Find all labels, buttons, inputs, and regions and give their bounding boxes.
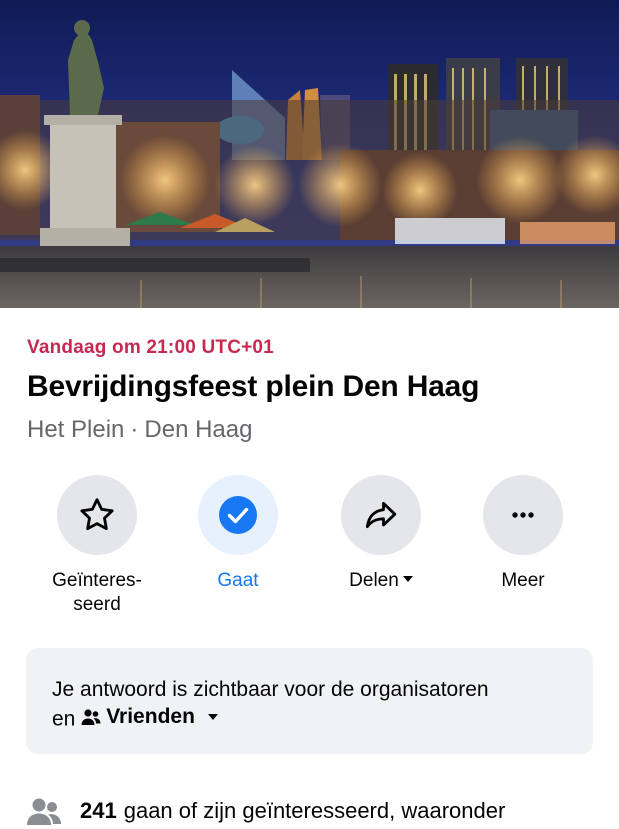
- interested-button[interactable]: Geïnteres- seerd: [27, 475, 167, 617]
- more-dots-icon: [512, 512, 534, 518]
- going-button[interactable]: Gaat: [168, 475, 308, 593]
- share-label[interactable]: Delen: [311, 569, 451, 593]
- share-label-text: Delen: [349, 570, 399, 591]
- interested-label-line1: Geïnteres-: [52, 570, 142, 591]
- audience-dropdown-icon: [207, 713, 218, 720]
- interested-button-circle[interactable]: [57, 475, 137, 555]
- share-arrow-icon: [365, 501, 397, 529]
- event-city[interactable]: Den Haag: [144, 416, 252, 443]
- more-label[interactable]: Meer: [453, 569, 593, 593]
- notice-prefix: en: [52, 707, 76, 731]
- attendance-count: 241: [80, 798, 117, 823]
- notice-text-line1: Je antwoord is zichtbaar voor de organis…: [52, 678, 489, 701]
- event-location[interactable]: Het Plein · Den Haag: [27, 416, 252, 444]
- notice-text-line2: en Vrienden: [52, 703, 567, 733]
- attendance-text: gaan of zijn geïnteresseerd, waaronder: [123, 798, 506, 823]
- share-dropdown-icon: [402, 575, 413, 582]
- attendance-summary[interactable]: 241 gaan of zijn geïnteresseerd, waarond…: [27, 797, 505, 825]
- event-actions: Geïnteres- seerd Gaat Delen Meer: [0, 475, 619, 625]
- audience-label: Vrienden: [106, 705, 195, 728]
- more-button-circle[interactable]: [483, 475, 563, 555]
- share-button-circle[interactable]: [341, 475, 421, 555]
- cover-illustration: [0, 0, 619, 308]
- event-venue[interactable]: Het Plein: [27, 416, 124, 443]
- star-icon: [80, 498, 114, 531]
- audience-selector[interactable]: Vrienden: [81, 703, 218, 730]
- event-datetime: Vandaag om 21:00 UTC+01: [27, 337, 274, 358]
- interested-label[interactable]: Geïnteres- seerd: [27, 569, 167, 617]
- more-button[interactable]: Meer: [453, 475, 593, 593]
- checkmark-icon: [219, 496, 257, 534]
- response-visibility-notice: Je antwoord is zichtbaar voor de organis…: [26, 648, 593, 754]
- people-icon: [27, 798, 61, 825]
- going-label[interactable]: Gaat: [168, 569, 308, 593]
- interested-label-line2: seerd: [73, 594, 121, 615]
- event-title: Bevrijdingsfeest plein Den Haag: [27, 370, 480, 403]
- going-button-circle[interactable]: [198, 475, 278, 555]
- location-separator: ·: [130, 416, 139, 443]
- friends-icon: [81, 708, 101, 725]
- event-cover-photo[interactable]: [0, 0, 619, 308]
- share-button[interactable]: Delen: [311, 475, 451, 593]
